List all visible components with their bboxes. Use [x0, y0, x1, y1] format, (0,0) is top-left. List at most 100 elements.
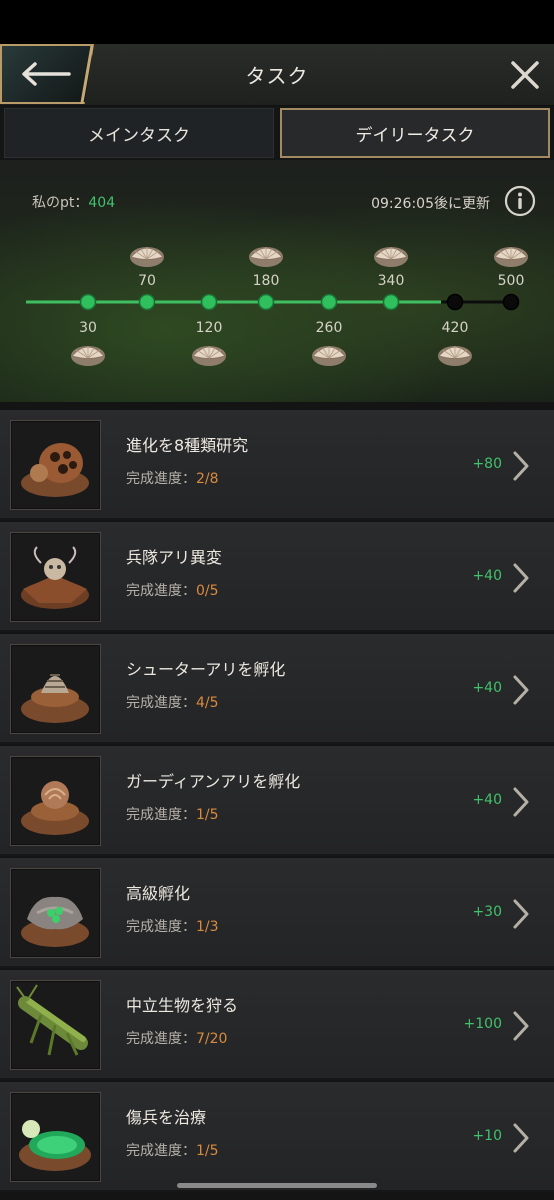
task-thumbnail [10, 868, 101, 958]
task-name: 傷兵を治療 [126, 1108, 207, 1127]
chevron-right-icon[interactable] [512, 562, 530, 594]
milestone-label: 260 [316, 320, 343, 336]
task-progress-value: 0/5 [196, 583, 219, 599]
header: タスク [0, 44, 554, 106]
task-row[interactable]: ガーディアンアリを孵化 完成進度：1/5 +40 [0, 746, 554, 856]
chevron-right-icon[interactable] [512, 898, 530, 930]
task-row[interactable]: 傷兵を治療完成進度：1/5 +10 [0, 1082, 554, 1192]
task-thumbnail [10, 420, 101, 510]
task-thumbnail [10, 644, 101, 734]
task-thumbnail [10, 756, 101, 846]
task-progress: 完成進度：4/5 [126, 692, 219, 712]
task-progress-label: 完成進度： [126, 807, 196, 823]
milestone-dot [502, 293, 520, 311]
clam-shell-chest-icon [130, 247, 164, 267]
daily-points-panel: 私のpt：404 09:26:05後に更新 30 70 120 180 260 340 42… [0, 160, 554, 402]
task-progress-label: 完成進度： [126, 919, 196, 935]
milestone-label: 340 [378, 273, 405, 289]
task-progress-label: 完成進度： [126, 583, 196, 599]
task-row[interactable]: 高級孵化完成進度：1/3 +30 [0, 858, 554, 968]
milestone-dot [79, 293, 97, 311]
task-row[interactable]: シューターアリを孵化 完成進度：4/5 +40 [0, 634, 554, 744]
milestone-120[interactable]: 120 [192, 293, 226, 367]
milestone-dot [200, 293, 218, 311]
advanced-hatch-icon [21, 896, 89, 947]
milestone-180[interactable]: 180 [249, 247, 283, 311]
chevron-right-icon[interactable] [512, 1122, 530, 1154]
milestone-label: 70 [138, 273, 156, 289]
clam-shell-chest-icon [249, 247, 283, 267]
soldier-ant-icon [21, 546, 89, 609]
guardian-ant-icon [21, 781, 89, 835]
task-reward: +100 [463, 1016, 502, 1032]
status-bar [0, 0, 554, 44]
clam-shell-chest-icon [192, 346, 226, 366]
milestone-label: 30 [79, 320, 97, 336]
task-name: 進化を8種類研究 [126, 436, 249, 455]
task-name: 高級孵化 [126, 884, 191, 903]
chevron-right-icon[interactable] [512, 674, 530, 706]
task-reward: +80 [472, 456, 502, 472]
task-name: シューターアリを孵化 [126, 660, 286, 679]
nest-egg-icon [21, 443, 89, 497]
milestone-label: 420 [442, 320, 469, 336]
task-progress-value: 1/5 [196, 807, 219, 823]
task-progress-label: 完成進度： [126, 1143, 196, 1159]
task-progress: 完成進度：2/8 [126, 468, 219, 488]
task-row[interactable]: 兵隊アリ異変 完成進度：0/5 +40 [0, 522, 554, 632]
task-reward: +40 [472, 680, 502, 696]
chevron-right-icon[interactable] [512, 786, 530, 818]
task-thumbnail [10, 1092, 101, 1182]
milestone-dot [446, 293, 464, 311]
tab-bar: メインタスク デイリータスク [0, 106, 554, 160]
task-progress-value: 7/20 [196, 1031, 228, 1047]
clam-shell-chest-icon [494, 247, 528, 267]
page-title: タスク [245, 64, 309, 88]
milestone-dot [257, 293, 275, 311]
task-progress: 完成進度：1/3 [126, 916, 219, 936]
task-row[interactable]: 進化を8種類研究 完成進度：2/8 +80 [0, 410, 554, 520]
healing-pool-icon [19, 1120, 91, 1171]
milestone-260[interactable]: 260 [312, 293, 346, 367]
task-progress-label: 完成進度： [126, 471, 196, 487]
task-progress: 完成進度：1/5 [126, 804, 219, 824]
milestone-track: 30 70 120 180 260 340 420 500 [26, 247, 528, 367]
task-progress-value: 4/5 [196, 695, 219, 711]
milestone-label: 180 [253, 273, 280, 289]
milestone-420[interactable]: 420 [438, 293, 472, 367]
task-progress-label: 完成進度： [126, 695, 196, 711]
clam-shell-chest-icon [312, 346, 346, 366]
chevron-right-icon[interactable] [512, 450, 530, 482]
tab-daily-tasks[interactable]: デイリータスク [280, 108, 550, 158]
task-row[interactable]: 中立生物を狩る 完成進度：7/20 +100 [0, 970, 554, 1080]
shooter-ant-icon [21, 674, 89, 723]
task-progress-value: 1/5 [196, 1143, 219, 1159]
milestone-500[interactable]: 500 [494, 247, 528, 311]
tab-main-tasks[interactable]: メインタスク [4, 108, 274, 158]
milestone-dot [320, 293, 338, 311]
clam-shell-chest-icon [438, 346, 472, 366]
task-progress-value: 1/3 [196, 919, 219, 935]
milestone-70[interactable]: 70 [130, 247, 164, 311]
task-progress-label: 完成進度： [126, 1031, 196, 1047]
milestone-dot [138, 293, 156, 311]
task-name: 中立生物を狩る [126, 996, 239, 1015]
milestone-340[interactable]: 340 [374, 247, 408, 311]
task-progress-value: 2/8 [196, 471, 219, 487]
task-progress: 完成進度：1/5 [126, 1140, 219, 1160]
task-reward: +40 [472, 792, 502, 808]
chevron-right-icon[interactable] [512, 1010, 530, 1042]
task-name: ガーディアンアリを孵化 [126, 772, 301, 791]
grasshopper-icon [16, 984, 88, 1056]
task-name: 兵隊アリ異変 [126, 548, 223, 567]
task-reward: +10 [472, 1128, 502, 1144]
task-reward: +30 [472, 904, 502, 920]
milestone-30[interactable]: 30 [71, 293, 105, 367]
task-progress: 完成進度：0/5 [126, 580, 219, 600]
clam-shell-chest-icon [71, 346, 105, 366]
clam-shell-chest-icon [374, 247, 408, 267]
milestone-label: 120 [196, 320, 223, 336]
task-thumbnail [10, 980, 101, 1070]
home-indicator [177, 1183, 377, 1188]
close-icon[interactable] [508, 58, 542, 92]
